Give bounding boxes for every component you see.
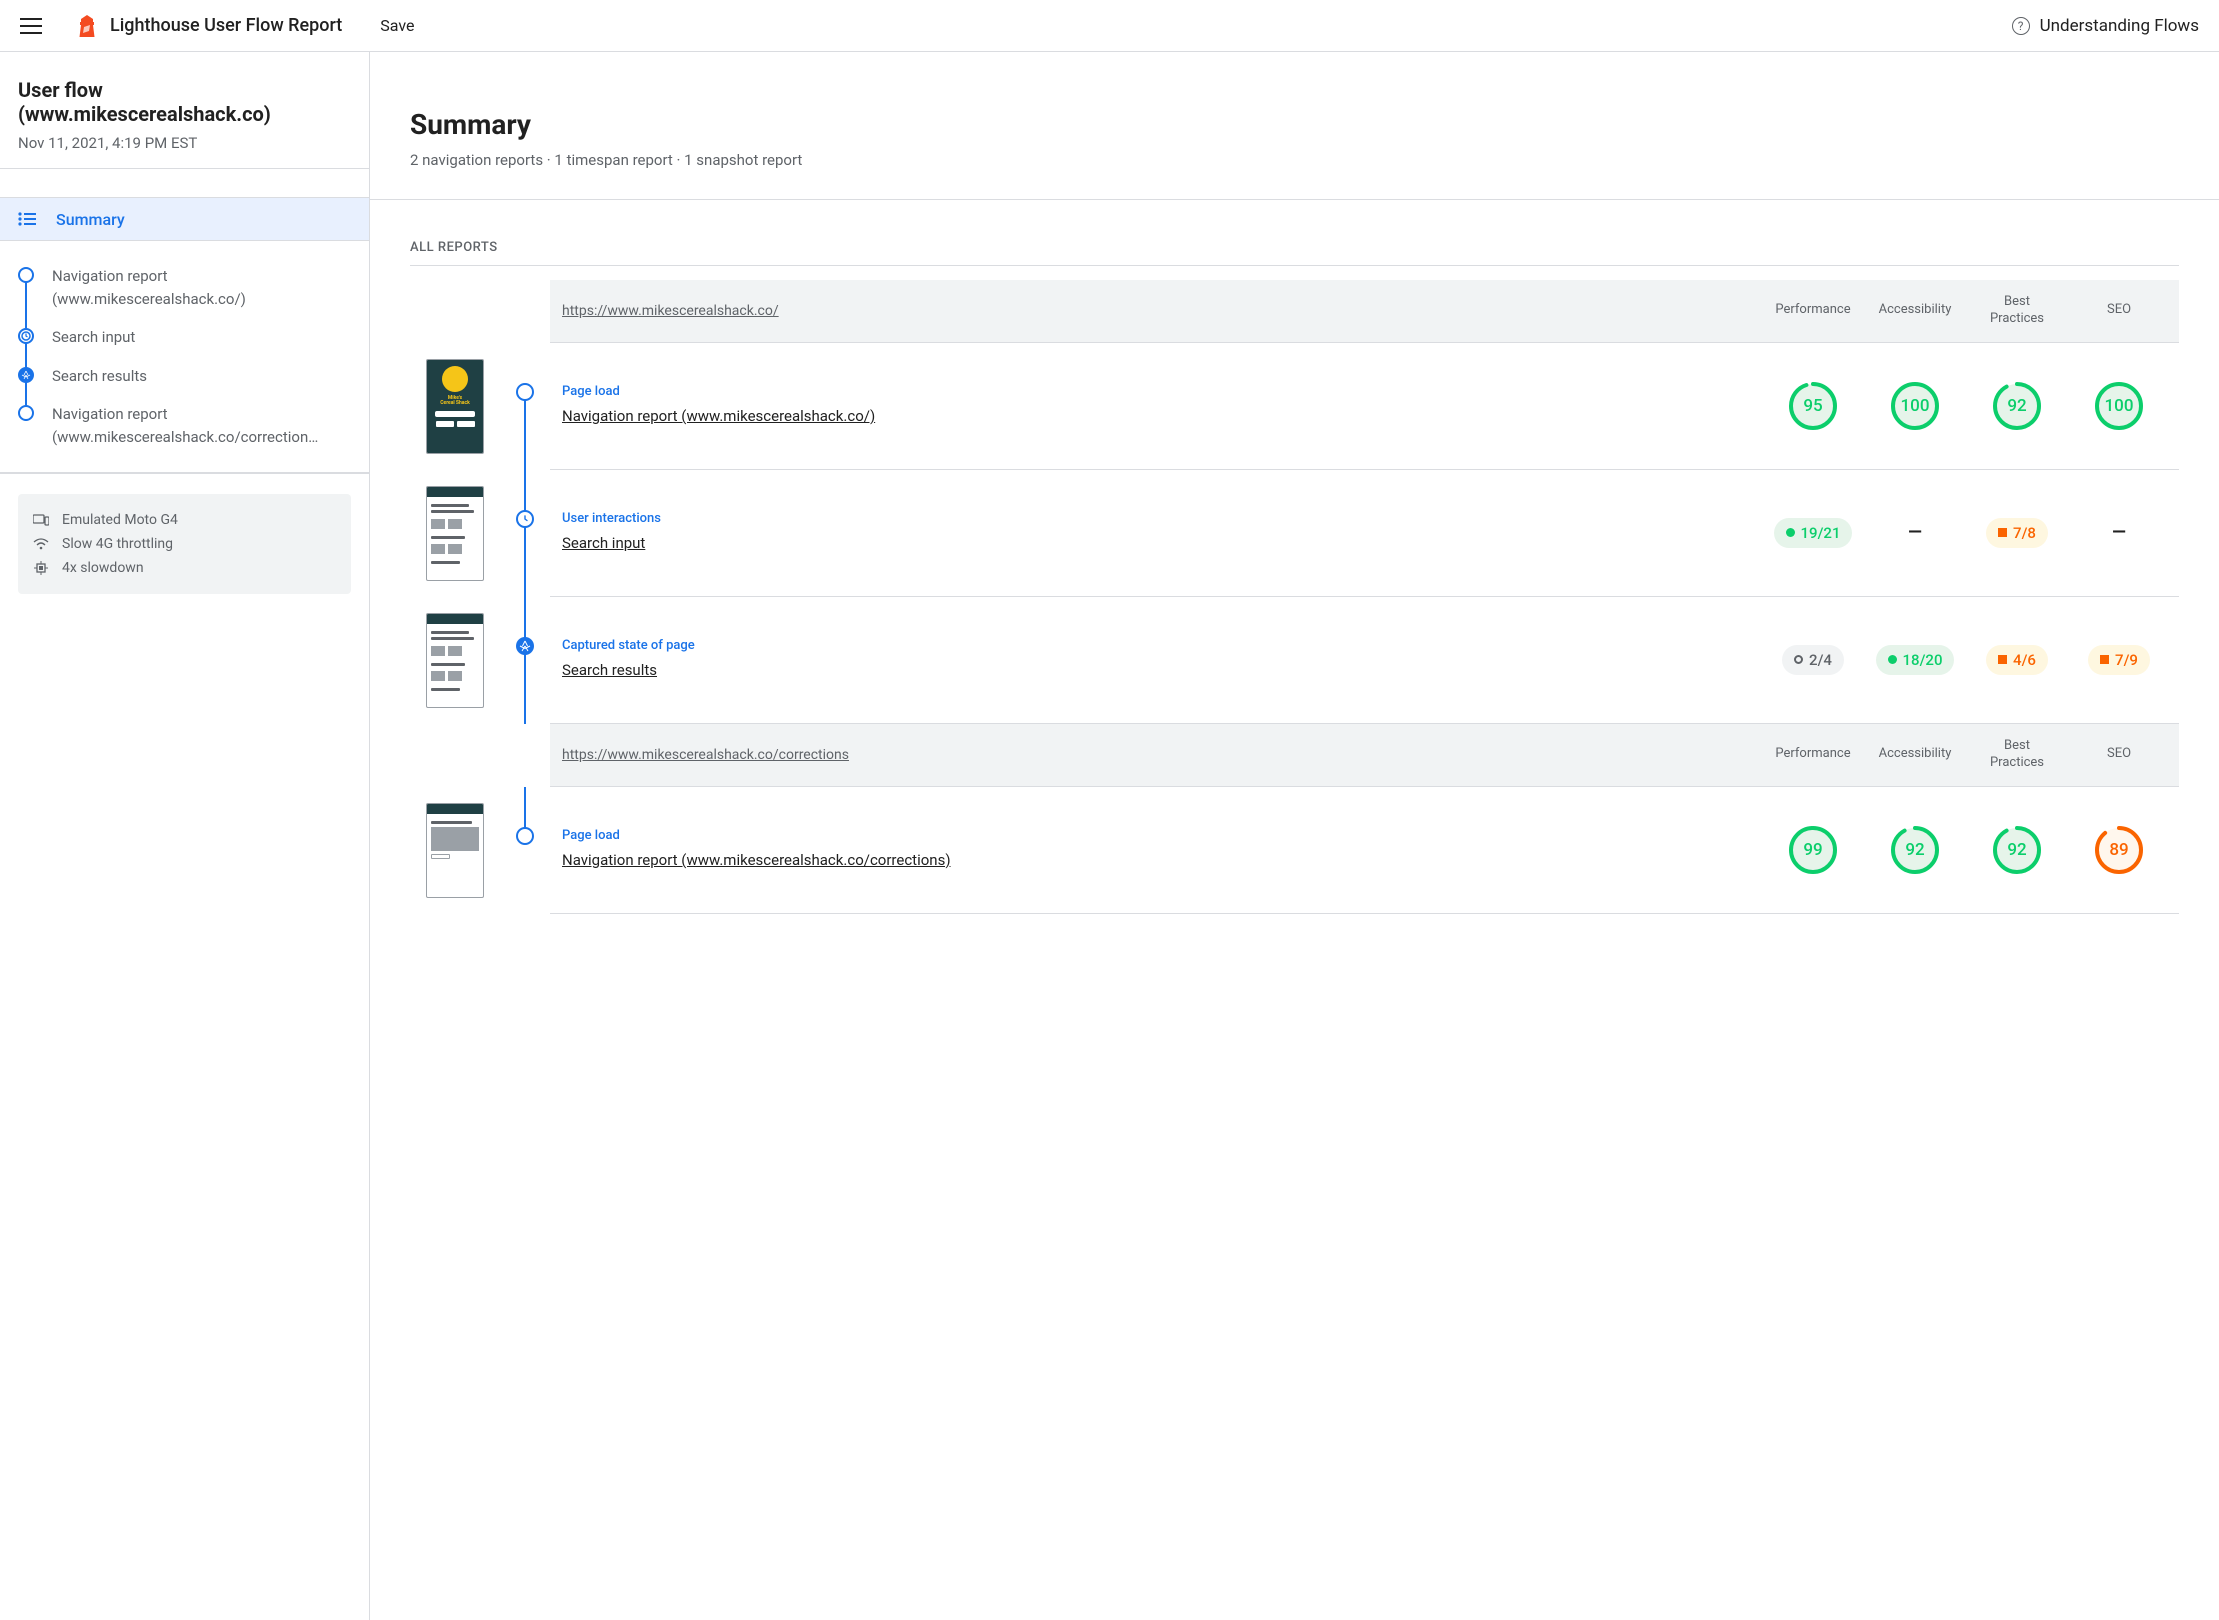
step-thumbnail: Mike'sCereal Shack <box>426 359 484 454</box>
sidebar-step[interactable]: Search results <box>18 357 351 396</box>
step-thumbnail <box>426 613 484 708</box>
timeline-snapshot-icon <box>516 637 534 655</box>
summary-subheading: 2 navigation reports · 1 timespan report… <box>410 151 2179 169</box>
score-pill: 4/6 <box>1986 645 2048 675</box>
step-thumbnail <box>426 486 484 581</box>
step-node-icon <box>18 267 34 283</box>
score-pill: 7/8 <box>1986 518 2048 548</box>
step-node-icon <box>18 405 34 421</box>
page-title: Lighthouse User Flow Report <box>110 15 342 36</box>
report-url[interactable]: https://www.mikescerealshack.co/ <box>562 303 1759 319</box>
sidebar-step[interactable]: Search input <box>18 318 351 357</box>
metric-header: SEO <box>2071 302 2167 319</box>
help-icon: ? <box>2012 17 2030 35</box>
main-content: Summary 2 navigation reports · 1 timespa… <box>370 52 2219 1620</box>
devices-icon <box>32 514 50 526</box>
metric-header: SEO <box>2071 746 2167 763</box>
report-url[interactable]: https://www.mikescerealshack.co/correcti… <box>562 747 1759 763</box>
sidebar-header: User flow (www.mikescerealshack.co) Nov … <box>0 52 369 169</box>
sidebar-step[interactable]: Navigation report (www.mikescerealshack.… <box>18 257 351 318</box>
summary-label: Summary <box>56 210 125 229</box>
step-label: Navigation report (www.mikescerealshack.… <box>52 265 351 310</box>
score-gauge: 95 <box>1788 381 1838 431</box>
step-label: Search results <box>52 365 147 388</box>
report-name-link[interactable]: Search results <box>562 661 657 679</box>
score-gauge: 99 <box>1788 825 1838 875</box>
report-row: Page load Navigation report (www.mikesce… <box>550 787 2179 914</box>
cpu-icon <box>32 561 50 575</box>
score-dash: — <box>1908 522 1922 543</box>
score-gauge: 100 <box>1890 381 1940 431</box>
environment-box: Emulated Moto G4 Slow 4G throttling 4x s… <box>18 494 351 594</box>
step-label: Search input <box>52 326 135 349</box>
url-header-row: https://www.mikescerealshack.co/correcti… <box>550 724 2179 787</box>
report-row: Page load Navigation report (www.mikesce… <box>550 343 2179 470</box>
report-name-link[interactable]: Search input <box>562 534 645 552</box>
report-name-link[interactable]: Navigation report (www.mikescerealshack.… <box>562 407 875 425</box>
report-row: User interactions Search input 19/21 — 7/8… <box>550 470 2179 597</box>
score-pill: 2/4 <box>1782 645 1844 675</box>
step-label: Navigation report (www.mikescerealshack.… <box>52 403 351 448</box>
score-pill: 18/20 <box>1876 645 1955 675</box>
sidebar-step[interactable]: Navigation report (www.mikescerealshack.… <box>18 395 351 456</box>
report-row: Captured state of page Search results 2/… <box>550 597 2179 724</box>
flow-title: User flow (www.mikescerealshack.co) <box>18 78 351 126</box>
env-device: Emulated Moto G4 <box>32 508 337 532</box>
summary-nav-item[interactable]: Summary <box>0 197 369 241</box>
wifi-icon <box>32 538 50 550</box>
score-pill: 19/21 <box>1774 518 1853 548</box>
metric-header: Performance <box>1765 302 1861 319</box>
summary-heading: Summary <box>410 108 2179 141</box>
report-kind: Page load <box>562 384 1759 399</box>
all-reports-label: ALL REPORTS <box>410 240 2179 266</box>
topbar: Lighthouse User Flow Report Save ? Under… <box>0 0 2219 52</box>
score-gauge: 92 <box>1992 825 2042 875</box>
step-node-icon <box>18 328 34 344</box>
timeline-navigation-icon <box>516 827 534 845</box>
report-kind: Page load <box>562 828 1759 843</box>
url-header-row: https://www.mikescerealshack.co/ Perform… <box>550 280 2179 343</box>
flow-date: Nov 11, 2021, 4:19 PM EST <box>18 134 351 152</box>
score-dash: — <box>2112 522 2126 543</box>
hamburger-menu-icon[interactable] <box>20 18 42 34</box>
lighthouse-icon <box>78 15 96 37</box>
env-cpu: 4x slowdown <box>32 556 337 580</box>
sidebar: User flow (www.mikescerealshack.co) Nov … <box>0 52 370 1620</box>
step-node-icon <box>18 367 34 383</box>
report-kind: Captured state of page <box>562 638 1759 653</box>
step-thumbnail <box>426 803 484 898</box>
timeline-clock-icon <box>516 510 534 528</box>
metric-header: Accessibility <box>1867 746 1963 763</box>
nav-steps: Navigation report (www.mikescerealshack.… <box>0 241 369 473</box>
score-gauge: 89 <box>2094 825 2144 875</box>
timeline-navigation-icon <box>516 383 534 401</box>
summary-header: Summary 2 navigation reports · 1 timespa… <box>370 52 2219 200</box>
env-throttle: Slow 4G throttling <box>32 532 337 556</box>
save-button[interactable]: Save <box>380 16 414 35</box>
score-pill: 7/9 <box>2088 645 2150 675</box>
score-gauge: 92 <box>1890 825 1940 875</box>
report-name-link[interactable]: Navigation report (www.mikescerealshack.… <box>562 851 951 869</box>
summary-list-icon <box>18 212 36 226</box>
score-gauge: 92 <box>1992 381 2042 431</box>
metric-header: Accessibility <box>1867 302 1963 319</box>
report-kind: User interactions <box>562 511 1759 526</box>
score-gauge: 100 <box>2094 381 2144 431</box>
metric-header: BestPractices <box>1969 738 2065 772</box>
metric-header: Performance <box>1765 746 1861 763</box>
understanding-flows-link[interactable]: Understanding Flows <box>2040 16 2199 36</box>
metric-header: BestPractices <box>1969 294 2065 328</box>
